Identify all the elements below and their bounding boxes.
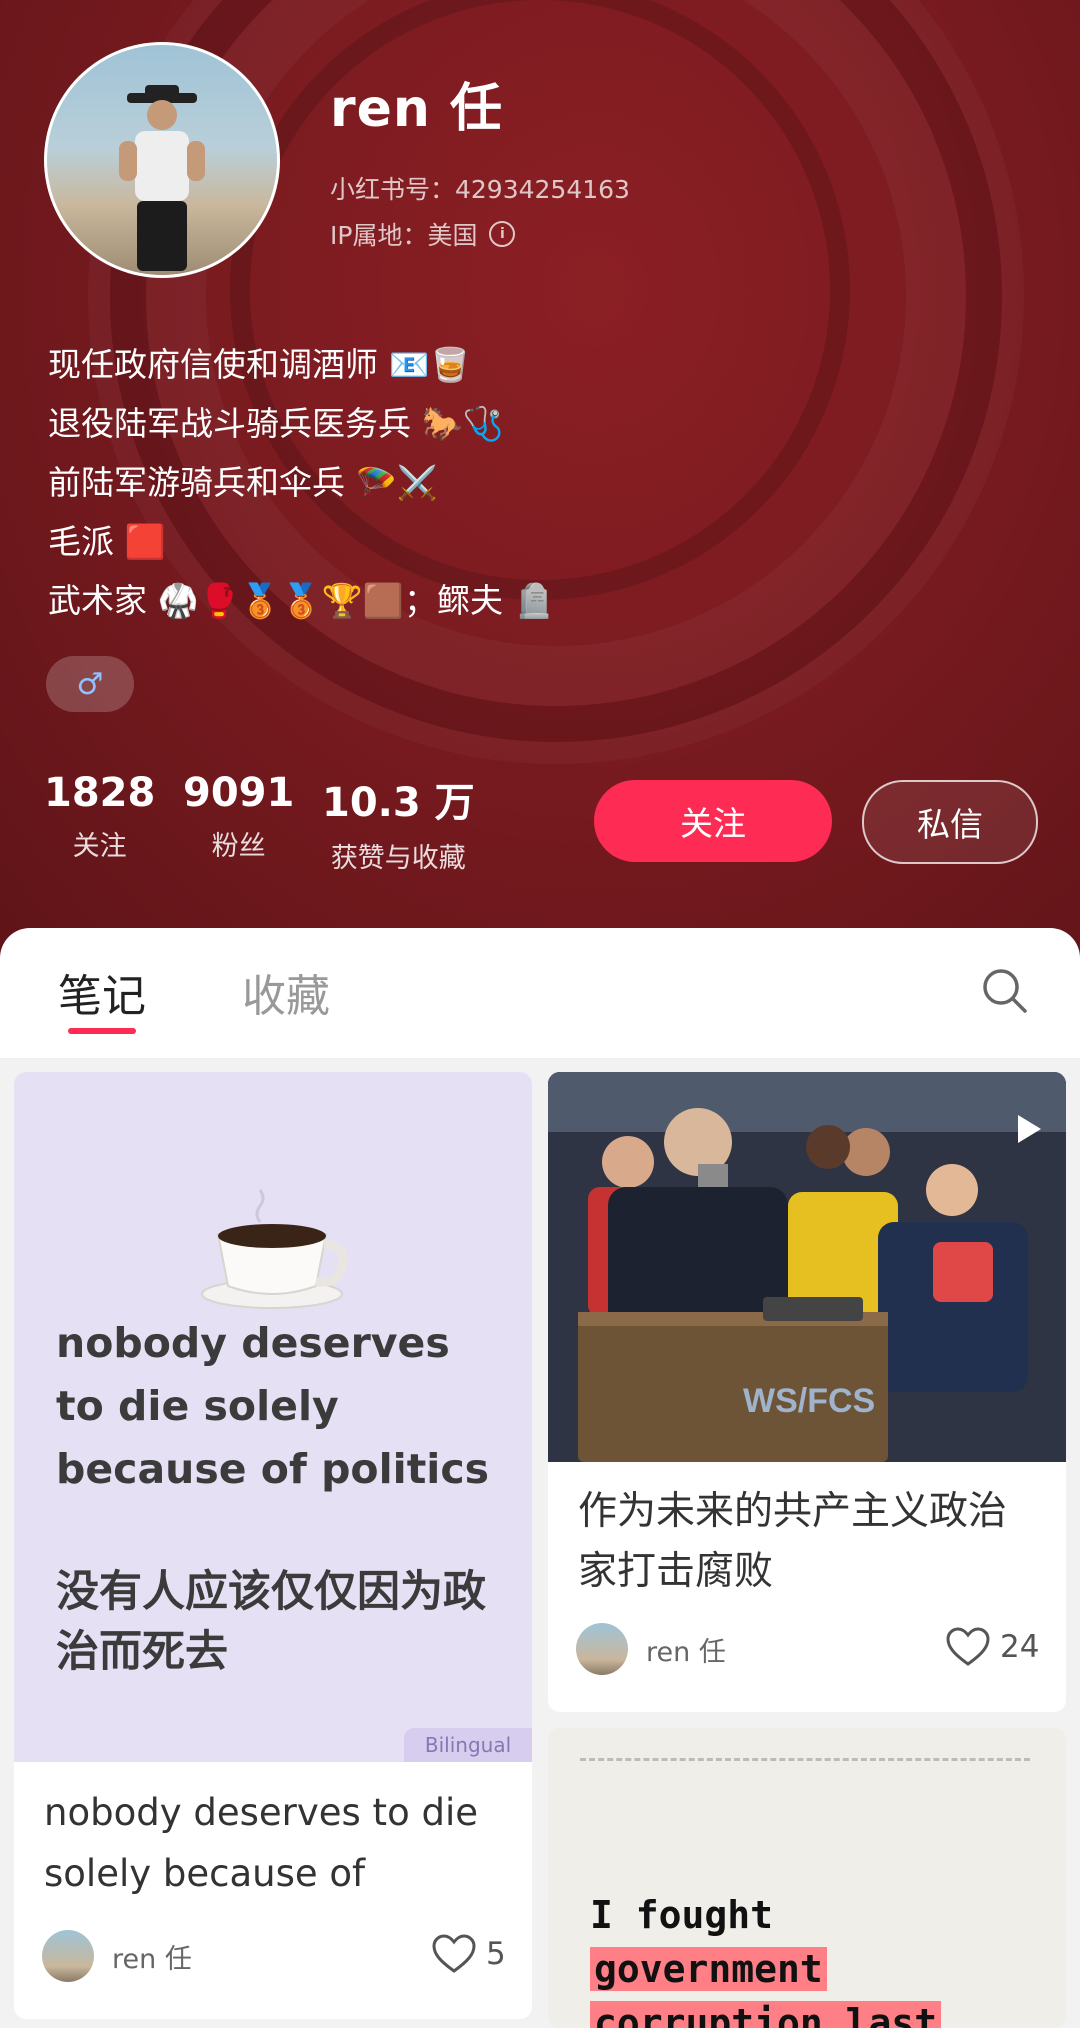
- info-icon[interactable]: i: [489, 221, 516, 247]
- stat-following-label: 关注: [72, 831, 127, 862]
- avatar[interactable]: [44, 42, 280, 278]
- bio-line: 前陆军游骑兵和伞兵 🪂⚔️: [48, 463, 438, 502]
- stat-followers-label: 粉丝: [211, 831, 266, 862]
- note-tag: Bilingual: [404, 1728, 532, 1762]
- note-likes[interactable]: 24: [946, 1627, 1039, 1667]
- like-count: 5: [486, 1936, 506, 1972]
- note-cover-line-highlighted: government: [590, 1947, 827, 1991]
- note-cover-text: I fought government corruption last: [590, 1888, 942, 2028]
- bio-line: 毛派 🟥: [48, 522, 166, 561]
- heart-icon: [432, 1934, 476, 1973]
- coffee-cup-icon: [201, 1189, 348, 1309]
- note-cover-line: I fought: [590, 1893, 774, 1937]
- note-author[interactable]: ren 任: [576, 1623, 726, 1675]
- note-card[interactable]: WS/FCS 作为未来的共产主义政治家打击腐败 ren 任 24: [548, 1072, 1066, 1712]
- author-avatar: [42, 1930, 94, 1982]
- bio-line: 武术家 🥋🥊🥉🥉🏆🟫；鳏夫 🪦: [48, 581, 555, 620]
- note-cover: nobody deserves to die solely because of…: [14, 1072, 532, 1762]
- follow-button[interactable]: 关注: [594, 780, 832, 862]
- user-id: 小红书号：42934254163: [330, 175, 630, 204]
- message-button[interactable]: 私信: [862, 780, 1038, 864]
- note-likes[interactable]: 5: [432, 1934, 506, 1974]
- note-cover-text-zh: 没有人应该仅仅因为政治而死去: [56, 1567, 486, 1677]
- tab-bar: 笔记 收藏: [0, 928, 1080, 1059]
- note-cover-line-highlighted: corruption last: [590, 2001, 942, 2028]
- podium-logo-text: WS/FCS: [743, 1382, 875, 1420]
- heart-icon: [946, 1627, 990, 1666]
- note-cover-video-thumbnail: WS/FCS: [548, 1072, 1066, 1462]
- active-tab-indicator: [68, 1028, 136, 1034]
- tab-collections[interactable]: 收藏: [242, 960, 330, 1024]
- note-author[interactable]: ren 任: [42, 1930, 192, 1982]
- stat-followers[interactable]: 9091 粉丝: [183, 770, 294, 863]
- ip-location-label: IP属地：美国: [330, 221, 478, 250]
- avatar-image: [47, 45, 277, 275]
- stat-likes-label: 获赞与收藏: [330, 843, 466, 874]
- profile-header: ren 任 小红书号：42934254163 IP属地：美国 i 现任政府信使和…: [0, 0, 1080, 960]
- note-title: 作为未来的共产主义政治家打击腐败: [578, 1489, 1008, 1594]
- ip-location: IP属地：美国 i: [330, 216, 516, 252]
- male-icon: ♂: [76, 666, 104, 702]
- avatar-person-figure: [119, 85, 205, 271]
- stat-followers-value: 9091: [183, 770, 295, 816]
- meeting-photo-image: WS/FCS: [548, 1072, 1066, 1462]
- tab-notes[interactable]: 笔记: [58, 960, 146, 1024]
- note-title: nobody deserves to die solely because of: [44, 1791, 478, 1895]
- video-play-icon: [1018, 1115, 1041, 1143]
- gender-badge: ♂: [46, 656, 134, 712]
- author-name: ren 任: [112, 1943, 192, 1975]
- like-count: 24: [1000, 1629, 1040, 1665]
- stat-following[interactable]: 1828 关注: [44, 770, 155, 863]
- author-name: ren 任: [646, 1636, 726, 1668]
- bio-line: 现任政府信使和调酒师 📧🥃: [48, 345, 471, 384]
- username: ren 任: [330, 79, 504, 139]
- author-avatar: [576, 1623, 628, 1675]
- stat-following-value: 1828: [44, 770, 156, 816]
- note-card[interactable]: nobody deserves to die solely because of…: [14, 1072, 532, 2019]
- bio-line: 退役陆军战斗骑兵医务兵 🐎🩺: [48, 404, 504, 443]
- stat-likes-collections[interactable]: 10.3 万 获赞与收藏: [322, 770, 475, 875]
- stat-likes-value: 10.3 万: [322, 780, 475, 826]
- note-card[interactable]: I fought government corruption last: [548, 1728, 1066, 2028]
- bio: 现任政府信使和调酒师 📧🥃 退役陆军战斗骑兵医务兵 🐎🩺 前陆军游骑兵和伞兵 🪂…: [48, 335, 555, 630]
- search-icon[interactable]: [980, 966, 1030, 1016]
- dashed-divider: [580, 1758, 1030, 1761]
- note-cover-text-en: nobody deserves to die solely because of…: [56, 1319, 490, 1493]
